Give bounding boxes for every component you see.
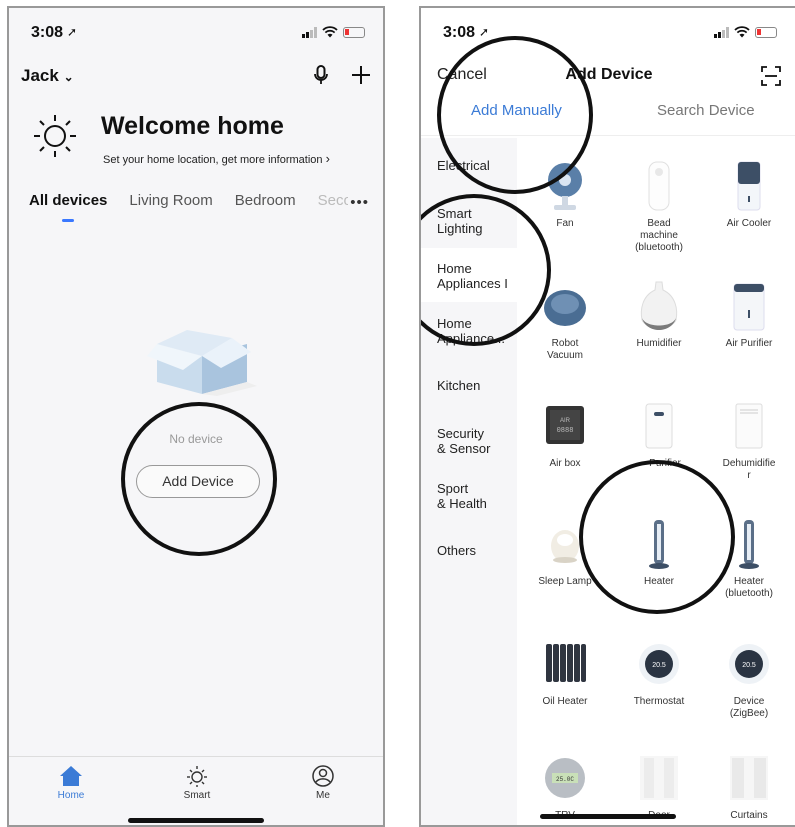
trv-reading: 25.0C: [556, 776, 574, 783]
smart-sun-icon: [187, 766, 207, 787]
location-arrow-icon: ➚: [479, 25, 490, 39]
battery-icon: [755, 26, 777, 38]
thermostat-reading: 20.5: [652, 662, 666, 669]
tab-second[interactable]: Seco: [318, 192, 348, 222]
curtains-icon: [730, 756, 768, 800]
profile-icon: [312, 765, 334, 787]
device-curtains[interactable]: Curtains: [703, 752, 795, 822]
device-air-cooler[interactable]: Air Cooler: [703, 160, 795, 230]
device-label: Dehumidifie r: [722, 458, 776, 481]
device-label: Heater (bluetooth): [725, 576, 773, 599]
wifi-icon: [734, 26, 750, 38]
home-screen: 3:08 ➚ Jack ⌄ Welcome home Set your home…: [7, 6, 385, 827]
device-label: Air Cooler: [726, 218, 772, 229]
tab-me-label: Me: [316, 790, 330, 801]
welcome-banner[interactable]: Welcome home Set your home location, get…: [33, 110, 363, 170]
thermostat-zigbee-icon: 20.5: [729, 644, 769, 684]
home-name: Jack: [21, 66, 59, 85]
home-selector[interactable]: Jack ⌄: [21, 66, 74, 86]
tab-smart-label: Smart: [183, 790, 211, 801]
add-device-screen: 3:08 ➚ Cancel Add Device Add Manually Se…: [419, 6, 795, 827]
category-sport-health[interactable]: Sport & Health: [437, 481, 487, 511]
home-icon: [60, 766, 82, 786]
chevron-right-icon: ›: [325, 151, 330, 166]
category-kitchen[interactable]: Kitchen: [437, 378, 480, 393]
oil-heater-icon: [546, 644, 586, 682]
tab-search-device[interactable]: Search Device: [657, 102, 755, 119]
more-tabs-icon[interactable]: •••: [350, 194, 369, 211]
bottom-tab-bar: Home Smart Me: [9, 756, 383, 825]
device-dehumidifier[interactable]: Dehumidifie r: [703, 400, 795, 482]
door-icon: [640, 756, 678, 800]
tab-smart[interactable]: Smart: [167, 765, 227, 801]
dehumidifier-icon: [735, 403, 763, 449]
category-security-sensor[interactable]: Security & Sensor: [437, 426, 490, 456]
device-humidifier[interactable]: Humidifier: [613, 280, 705, 350]
trv-icon: 25.0C: [545, 758, 585, 798]
annotation-circle: [121, 402, 277, 556]
air-purifier-icon: [733, 283, 765, 331]
empty-box-icon: [147, 330, 257, 396]
tab-me[interactable]: Me: [293, 765, 353, 801]
tab-home-label: Home: [57, 790, 85, 801]
sun-icon: [34, 115, 76, 157]
device-label: Bead machine (bluetooth): [635, 218, 683, 253]
device-label: Fan: [556, 218, 574, 229]
air-box-screen-label: AIR: [560, 418, 571, 424]
tab-bedroom[interactable]: Bedroom: [235, 192, 296, 222]
device-door[interactable]: Door: [613, 752, 705, 822]
tab-home[interactable]: Home: [41, 765, 101, 801]
device-label: Curtains: [730, 810, 768, 821]
device-air-purifier[interactable]: Air Purifier: [703, 280, 795, 350]
chevron-down-icon: ⌄: [63, 70, 74, 84]
device-thermostat[interactable]: 20.5 Thermostat: [613, 638, 705, 708]
device-zigbee[interactable]: 20.5 Device (ZigBee): [703, 638, 795, 720]
device-label: Robot Vacuum: [547, 338, 583, 361]
device-label: Air Purifier: [725, 338, 773, 349]
device-oil-heater[interactable]: Oil Heater: [519, 638, 611, 708]
device-bead-machine[interactable]: Bead machine (bluetooth): [613, 160, 705, 254]
location-arrow-icon: ➚: [67, 25, 78, 39]
tab-all-devices[interactable]: All devices: [29, 192, 107, 222]
annotation-circle: [579, 460, 735, 614]
device-label: Humidifier: [636, 338, 682, 349]
device-label: Oil Heater: [542, 696, 588, 707]
category-others[interactable]: Others: [437, 543, 476, 558]
zigbee-reading: 20.5: [742, 662, 756, 669]
wifi-icon: [322, 26, 338, 38]
air-cooler-icon: [737, 161, 761, 211]
humidifier-icon: [640, 281, 678, 330]
device-trv[interactable]: 25.0C TRV: [519, 752, 611, 822]
device-label: Air box: [549, 458, 581, 469]
home-indicator: [540, 814, 676, 819]
room-tabs: All devices Living Room Bedroom Seco: [29, 192, 373, 222]
device-air-box[interactable]: AIR 0888 Air box: [519, 400, 611, 470]
device-label: Sleep Lamp: [538, 576, 592, 587]
status-time: 3:08: [443, 24, 476, 41]
purifier-icon: [645, 403, 673, 449]
scan-qr-icon[interactable]: [761, 66, 781, 86]
bead-machine-icon: [648, 161, 670, 211]
home-indicator: [128, 818, 264, 823]
air-box-screen-value: 0888: [557, 427, 574, 435]
status-time: 3:08: [31, 24, 64, 41]
thermostat-icon: 20.5: [639, 644, 679, 684]
tab-living-room[interactable]: Living Room: [129, 192, 212, 222]
signal-icon: [302, 26, 317, 38]
device-label: Device (ZigBee): [729, 696, 769, 719]
annotation-circle: [437, 36, 593, 194]
welcome-subtitle: Set your home location, get more informa…: [103, 151, 330, 166]
add-icon[interactable]: [351, 65, 371, 85]
welcome-title: Welcome home: [101, 112, 284, 140]
air-box-icon: AIR 0888: [546, 406, 584, 444]
battery-icon: [343, 26, 365, 38]
signal-icon: [714, 26, 729, 38]
status-bar: 3:08 ➚: [9, 8, 383, 56]
robot-vacuum-icon: [544, 290, 586, 326]
device-label: Thermostat: [633, 696, 685, 707]
microphone-icon[interactable]: [313, 64, 329, 86]
